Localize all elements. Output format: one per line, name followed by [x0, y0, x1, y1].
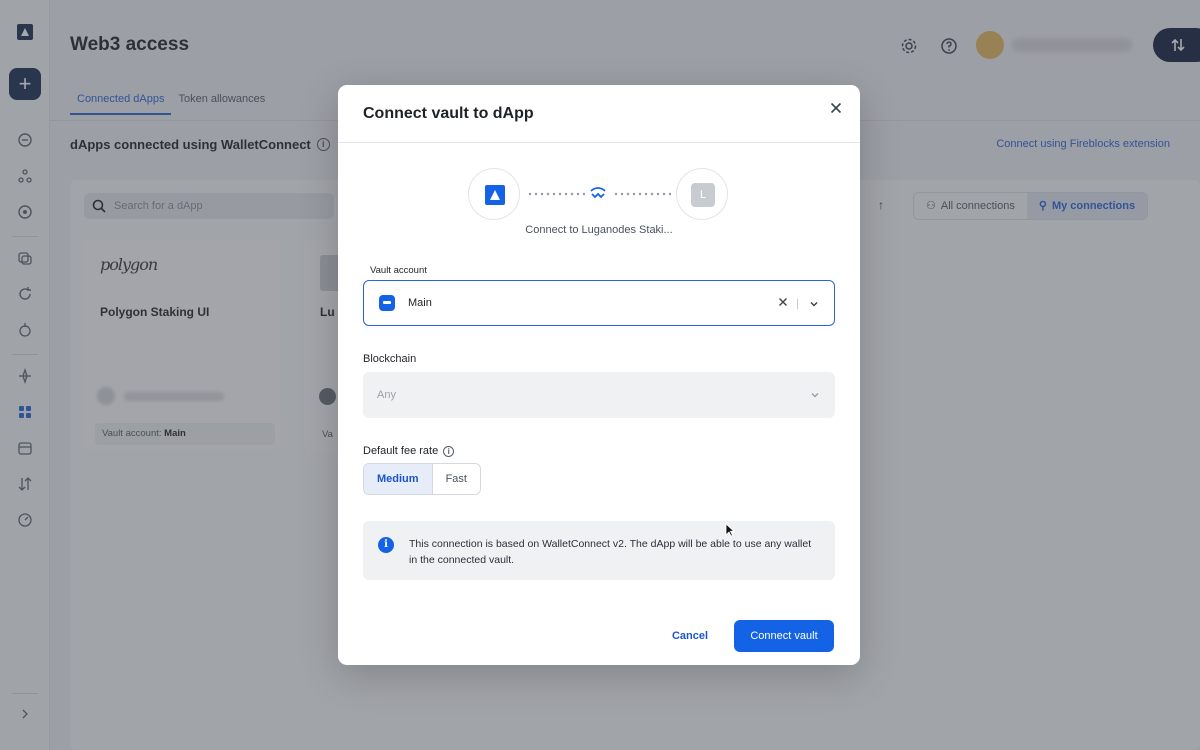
info-panel: i This connection is based on WalletConn… [363, 521, 835, 580]
clear-icon[interactable] [777, 296, 789, 308]
fee-rate-toggle: Medium Fast [363, 463, 481, 495]
mouse-cursor-icon [725, 523, 735, 537]
connect-vault-modal: Connect vault to dApp L Connect to Lugan… [338, 85, 860, 665]
fee-option-fast[interactable]: Fast [432, 464, 480, 494]
blockchain-placeholder: Any [377, 389, 396, 401]
connect-caption: Connect to Luganodes Staki... [525, 224, 673, 236]
info-text: This connection is based on WalletConnec… [409, 538, 812, 566]
walletconnect-icon [589, 186, 607, 200]
modal-title: Connect vault to dApp [363, 105, 534, 122]
connect-vault-button[interactable]: Connect vault [734, 620, 834, 652]
chevron-down-icon[interactable] [808, 298, 820, 310]
chevron-down-icon[interactable] [809, 389, 821, 401]
fee-rate-label: Default fee rate i [363, 445, 455, 457]
fireblocks-logo-icon [485, 185, 505, 205]
modal-header: Connect vault to dApp [338, 85, 860, 143]
dapp-node: L [676, 168, 728, 220]
blockchain-label: Blockchain [363, 353, 417, 365]
select-divider [797, 299, 798, 309]
info-icon[interactable]: i [443, 445, 455, 457]
vault-account-value: Main [408, 297, 432, 309]
cancel-button[interactable]: Cancel [660, 620, 720, 652]
blockchain-select[interactable]: Any [363, 372, 835, 418]
vault-account-label: Vault account [370, 265, 427, 276]
info-icon: i [378, 537, 394, 553]
connection-dots [527, 192, 585, 196]
vault-account-select[interactable]: Main [363, 280, 835, 326]
connection-visual: L [467, 168, 730, 222]
connection-dots [613, 192, 671, 196]
close-icon[interactable] [828, 100, 844, 116]
fee-option-medium[interactable]: Medium [364, 464, 433, 494]
dapp-initial-badge: L [691, 183, 715, 207]
fireblocks-node [468, 168, 520, 220]
vault-icon [379, 295, 395, 311]
